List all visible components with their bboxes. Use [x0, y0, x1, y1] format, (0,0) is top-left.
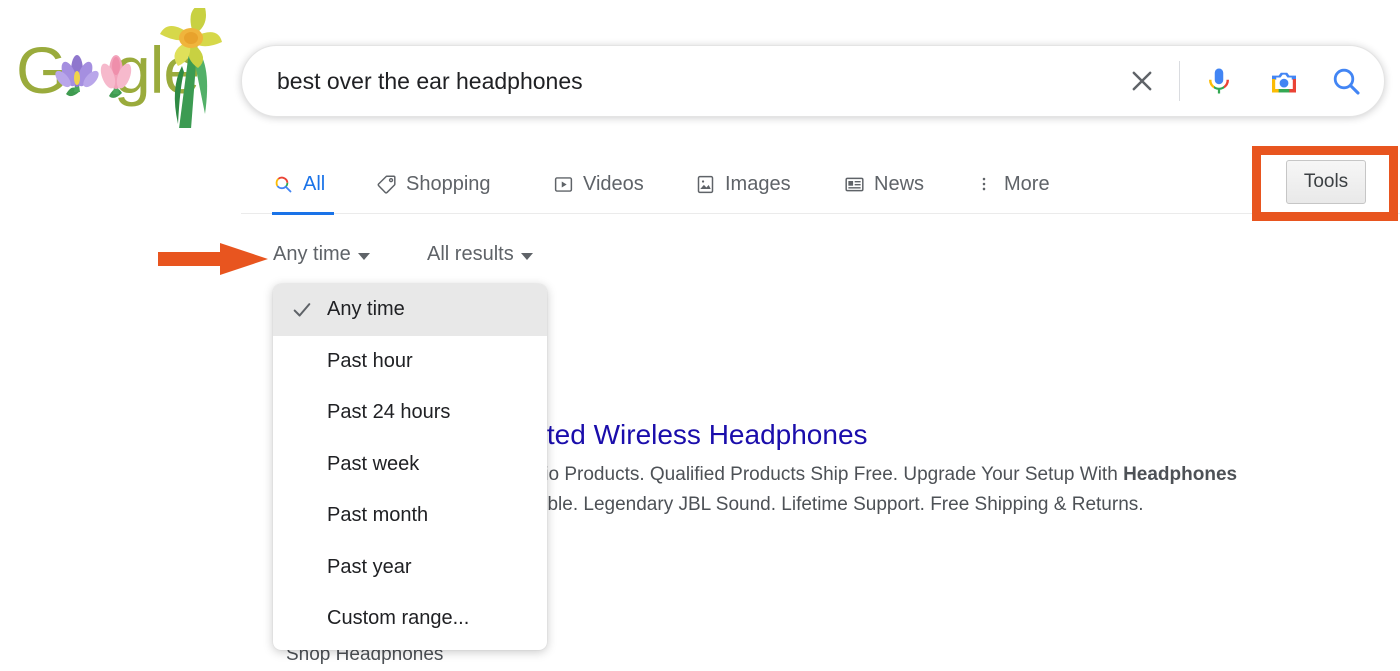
close-icon[interactable] — [1128, 67, 1156, 95]
tab-news[interactable]: News — [843, 163, 924, 205]
arrow-annotation — [158, 243, 268, 275]
microphone-glyph — [1208, 68, 1230, 94]
video-play-icon — [552, 173, 574, 195]
tab-label: Videos — [583, 172, 644, 195]
result-snippet-keyword: Headphones — [1123, 464, 1238, 485]
dropdown-item-label: Past month — [327, 504, 429, 527]
dropdown-item-past-week[interactable]: Past week — [273, 439, 547, 491]
google-doodle-logo[interactable]: G gle — [14, 4, 229, 150]
more-vertical-icon — [973, 173, 995, 195]
tab-shopping[interactable]: Shopping — [375, 163, 491, 205]
tab-label: Shopping — [406, 172, 491, 195]
any-time-dropdown-menu[interactable]: Any time Past hour Past 24 hours Past we… — [273, 284, 547, 650]
price-tag-icon — [375, 173, 397, 195]
filter-all-results-label: All results — [427, 243, 514, 265]
check-icon — [291, 299, 313, 321]
tab-images[interactable]: Images — [694, 163, 791, 205]
dropdown-item-past-24-hours[interactable]: Past 24 hours — [273, 387, 547, 439]
dropdown-item-past-year[interactable]: Past year — [273, 542, 547, 594]
dropdown-item-label: Past 24 hours — [327, 401, 451, 424]
chevron-down-icon — [520, 252, 533, 260]
tabs-divider — [241, 213, 1400, 214]
search-glyph — [275, 176, 292, 193]
newspaper-icon — [843, 173, 865, 195]
search-divider — [1179, 61, 1180, 101]
dropdown-item-label: Past hour — [327, 349, 413, 372]
tools-button-label: Tools — [1303, 171, 1349, 192]
tools-button[interactable]: Tools — [1286, 160, 1366, 204]
filter-any-time-label: Any time — [273, 243, 351, 265]
google-lens-camera-icon[interactable] — [1268, 65, 1300, 97]
dropdown-item-label: Past year — [327, 555, 412, 578]
close-glyph — [1132, 71, 1152, 91]
svg-text:G: G — [16, 33, 66, 107]
tab-more[interactable]: More — [973, 163, 1050, 205]
check-glyph — [293, 302, 311, 317]
microphone-icon[interactable] — [1204, 66, 1234, 96]
tab-all[interactable]: All — [272, 163, 325, 205]
tab-label: All — [303, 172, 326, 195]
chevron-down-icon — [357, 252, 370, 260]
tab-videos[interactable]: Videos — [552, 163, 644, 205]
dropdown-item-custom-range[interactable]: Custom range... — [273, 593, 547, 645]
search-tabs: All Shopping Videos Images News More — [0, 155, 1400, 215]
dropdown-item-any-time[interactable]: Any time — [273, 284, 547, 336]
arrow-right-icon — [158, 243, 268, 275]
tab-label: News — [874, 172, 925, 195]
more-vertical-glyph — [982, 177, 986, 191]
image-icon — [694, 173, 716, 195]
dropdown-item-past-hour[interactable]: Past hour — [273, 336, 547, 388]
search-input[interactable] — [277, 46, 1317, 116]
dropdown-item-label: Any time — [327, 298, 405, 321]
dropdown-item-label: Past week — [327, 452, 420, 475]
active-tab-indicator — [272, 212, 334, 215]
doodle-svg: G gle — [16, 4, 222, 150]
search-icon[interactable] — [1330, 65, 1362, 97]
search-glyph — [1333, 68, 1360, 95]
search-bar[interactable] — [241, 45, 1385, 117]
tab-label: More — [1004, 172, 1050, 195]
newspaper-glyph — [844, 177, 864, 191]
filter-all-results[interactable]: All results — [427, 243, 533, 266]
video-play-glyph — [554, 176, 572, 192]
filter-any-time[interactable]: Any time — [273, 243, 370, 266]
tab-label: Images — [725, 172, 791, 195]
dropdown-item-label: Custom range... — [327, 607, 470, 630]
lens-glyph — [1272, 72, 1296, 93]
dropdown-item-past-month[interactable]: Past month — [273, 490, 547, 542]
image-glyph — [697, 175, 713, 193]
search-icon — [272, 173, 294, 195]
price-tag-glyph — [377, 175, 396, 194]
